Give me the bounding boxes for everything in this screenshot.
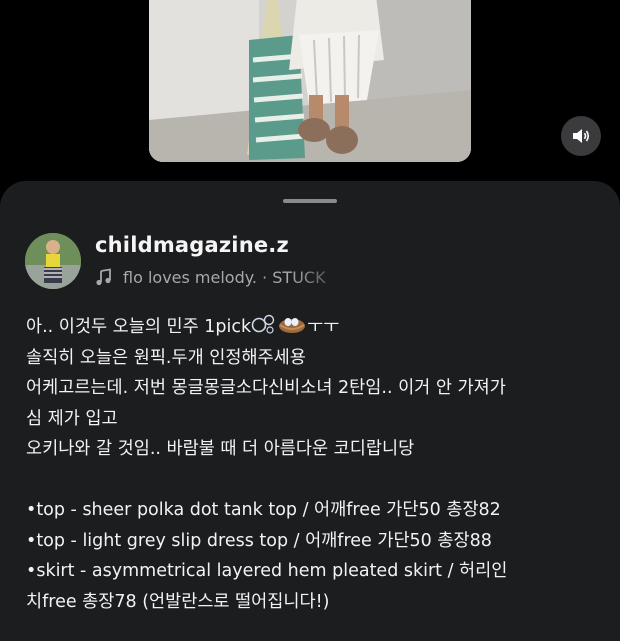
post-caption: 아.. 이것두 오늘의 민주 1pick ㅜㅜ 솔직히 오늘은 원픽.두개 인정… [26, 312, 606, 617]
caption-line: 아.. 이것두 오늘의 민주 1pick ㅜㅜ [26, 312, 606, 343]
caption-line: 오키나와 갈 것임.. 바람불 때 더 아름다운 코디랍니당 [26, 439, 415, 459]
caption-line: 심 제가 입고 [26, 408, 118, 429]
bubbles-emoji [251, 314, 275, 334]
avatar-image [25, 233, 81, 289]
product-item-line: •top - light grey slip dress top / 어깨fre… [26, 530, 492, 551]
username[interactable]: childmagazine.z [95, 233, 289, 257]
product-item-line: •top - sheer polka dot tank top / 어깨free… [26, 500, 501, 520]
outfit-photo [149, 0, 471, 162]
product-item-line: 치free 총장78 (언발란스로 떨어집니다!) [26, 591, 330, 612]
nest-emoji [279, 318, 306, 333]
post-media-photo[interactable] [149, 0, 471, 162]
caption-line: 어케고르는데. 저번 몽글몽글소다신비소녀 2탄임.. 이거 안 가져가 [26, 378, 506, 398]
music-note-icon [96, 268, 111, 286]
drag-handle[interactable] [283, 199, 337, 203]
caption-sheet: childmagazine.z flo loves melody. · STUC… [0, 181, 620, 641]
product-item-line: •skirt - asymmetrical layered hem pleate… [26, 561, 508, 581]
avatar[interactable] [25, 233, 81, 289]
mute-toggle-button[interactable] [561, 116, 601, 156]
audio-track[interactable]: flo loves melody. · STUCK [95, 265, 355, 289]
caption-text: 아.. 이것두 오늘의 민주 1pick [26, 317, 252, 337]
audio-title: flo loves melody. · STUCK [123, 267, 326, 287]
caption-line: 솔직히 오늘은 원픽.두개 인정해주세용 [26, 347, 306, 368]
speaker-icon [573, 129, 590, 143]
caption-text: ㅜㅜ [307, 317, 340, 337]
